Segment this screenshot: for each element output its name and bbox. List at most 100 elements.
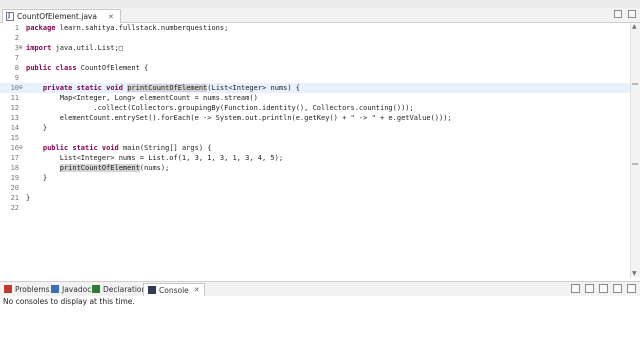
code-keyword: package (26, 24, 56, 32)
code-token: elementCount.entrySet().forEach(e -> Sys… (26, 114, 452, 122)
line-number: 20 (10, 184, 19, 192)
line-number: 21 (10, 194, 19, 202)
editor-vertical-scrollbar[interactable]: ▲ ▼ (630, 23, 640, 277)
line-number: 17 (10, 154, 19, 162)
scroll-down-icon[interactable]: ▼ (632, 270, 637, 277)
line-number: 12 (10, 104, 19, 112)
code-token: } (26, 174, 48, 182)
close-console-icon[interactable]: ✕ (194, 286, 200, 294)
code-line[interactable]: 8 public class CountOfElement { (0, 63, 631, 73)
line-number: 9 (14, 74, 19, 82)
editor-tab[interactable]: CountOfElement.java ✕ (2, 9, 121, 23)
code-line[interactable]: 14 } (0, 123, 631, 133)
code-line[interactable]: 13 elementCount.entrySet().forEach(e -> … (0, 113, 631, 123)
code-text: public static void main(String[] args) { (26, 143, 212, 153)
code-token: main(String[] args) { (118, 144, 212, 152)
code-text: .collect(Collectors.groupingBy(Function.… (26, 103, 413, 113)
tab-problems-label: Problems (15, 284, 50, 294)
occurrence-marker[interactable] (632, 83, 638, 85)
code-text: } (26, 193, 30, 203)
code-line[interactable]: 21} (0, 193, 631, 203)
code-keyword: public (26, 64, 52, 72)
code-line[interactable]: 18 printCountOfElement(nums); (0, 163, 631, 173)
code-text: import java.util.List;□ (26, 43, 123, 53)
code-text: } (26, 173, 47, 183)
line-number: 18 (10, 164, 19, 172)
editor-window-controls (614, 10, 636, 18)
code-text: } (26, 123, 47, 133)
line-number: 16 (10, 144, 19, 152)
minimize-icon[interactable] (614, 10, 622, 18)
code-editor[interactable]: 1 package learn.sahitya.fullstack.numberq… (0, 23, 631, 277)
code-line[interactable]: 15 (0, 133, 631, 143)
code-token: Map<Integer, Long> elementCount = nums.s… (26, 94, 258, 102)
open-console-icon[interactable] (599, 284, 608, 293)
bottom-panel-tab-bar: Problems Javadoc Declaration Console ✕ (0, 281, 640, 297)
code-line[interactable]: 12 .collect(Collectors.groupingBy(Functi… (0, 103, 631, 113)
line-number: 10 (10, 84, 19, 92)
code-occurrence: printCountOfElement (127, 84, 208, 92)
tab-console[interactable]: Console ✕ (143, 283, 205, 296)
declaration-icon (92, 285, 100, 293)
close-tab-icon[interactable]: ✕ (108, 13, 114, 21)
code-keyword: void (106, 84, 123, 92)
code-line[interactable]: 11 Map<Integer, Long> elementCount = num… (0, 93, 631, 103)
tab-problems[interactable]: Problems (4, 283, 50, 295)
tab-declaration-label: Declaration (103, 284, 147, 294)
code-text: private static void printCountOfElement(… (26, 83, 300, 93)
minimize-panel-icon[interactable] (613, 284, 622, 293)
javadoc-icon (51, 285, 59, 293)
code-line[interactable]: 16 ⊖ public static void main(String[] arg… (0, 143, 631, 153)
code-token: List<Integer> nums = List.of(1, 3, 1, 3,… (26, 154, 284, 162)
line-number: 2 (14, 34, 19, 42)
tab-declaration[interactable]: Declaration (92, 283, 146, 295)
code-line[interactable]: 7 (0, 53, 631, 63)
code-line[interactable]: 9 (0, 73, 631, 83)
code-occurrence: printCountOfElement (59, 164, 140, 172)
occurrence-marker[interactable] (632, 163, 638, 165)
code-line[interactable]: 22 (0, 203, 631, 213)
java-file-icon (6, 12, 14, 21)
code-line[interactable]: 2 (0, 33, 631, 43)
code-line[interactable]: 10 ⊖ private static void printCountOfElem… (0, 83, 631, 93)
maximize-panel-icon[interactable] (627, 284, 636, 293)
tab-console-label: Console (159, 285, 189, 295)
line-number: 22 (10, 204, 19, 212)
code-line[interactable]: 3 ⊕ import java.util.List;□ (0, 43, 631, 53)
code-token: } (26, 194, 31, 202)
code-text: Map<Integer, Long> elementCount = nums.s… (26, 93, 258, 103)
code-keyword: private (42, 84, 73, 92)
expand-fold-icon[interactable]: ⊕ (19, 43, 23, 53)
code-token: (nums); (139, 164, 170, 172)
code-text: elementCount.entrySet().forEach(e -> Sys… (26, 113, 452, 123)
tab-javadoc[interactable]: Javadoc (51, 283, 91, 295)
display-console-icon[interactable] (571, 284, 580, 293)
collapse-fold-icon[interactable]: ⊖ (19, 83, 23, 93)
line-number: 13 (10, 114, 19, 122)
line-number: 11 (10, 94, 19, 102)
code-token: CountOfElement { (76, 64, 149, 72)
code-text: printCountOfElement(nums); (26, 163, 169, 173)
code-keyword: class (55, 64, 77, 72)
code-line[interactable]: 17 List<Integer> nums = List.of(1, 3, 1,… (0, 153, 631, 163)
console-dropdown-icon[interactable] (585, 284, 594, 293)
code-keyword: public (42, 144, 69, 152)
collapse-fold-icon[interactable]: ⊖ (19, 143, 23, 153)
code-line[interactable]: 20 (0, 183, 631, 193)
line-number: 3 (14, 44, 19, 52)
maximize-icon[interactable] (628, 10, 636, 18)
console-message: No consoles to display at this time. (3, 297, 135, 306)
console-view[interactable]: No consoles to display at this time. (0, 296, 640, 360)
code-text: public class CountOfElement { (26, 63, 148, 73)
code-line[interactable]: 1 package learn.sahitya.fullstack.numberq… (0, 23, 631, 33)
code-keyword: import (26, 44, 52, 52)
scroll-up-icon[interactable]: ▲ (632, 23, 637, 30)
line-number: 15 (10, 134, 19, 142)
code-line[interactable]: 19 } (0, 173, 631, 183)
editor-tab-bar: CountOfElement.java ✕ (0, 8, 640, 23)
code-token: } (26, 124, 48, 132)
console-toolbar (571, 284, 636, 293)
